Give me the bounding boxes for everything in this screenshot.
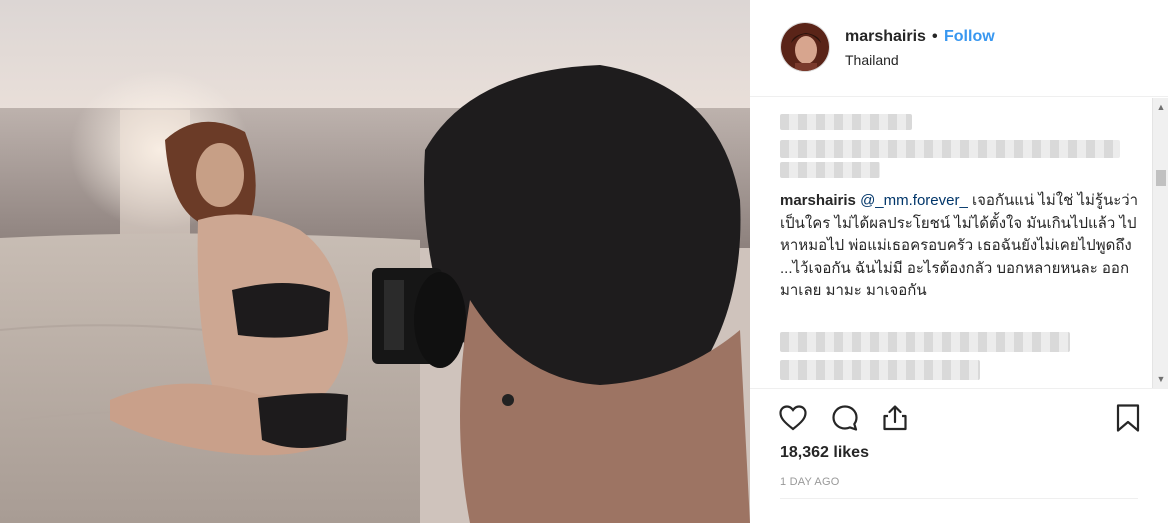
header-separator: • (932, 28, 938, 45)
follow-button[interactable]: Follow (944, 28, 995, 46)
action-bar (750, 388, 1168, 448)
share-icon (883, 405, 907, 431)
blurred-comment-line (780, 140, 1120, 158)
header-username[interactable]: marshairis (845, 28, 926, 46)
comment-button[interactable] (830, 403, 860, 433)
divider (780, 498, 1138, 499)
instagram-post-view: marshairis • Follow Thailand marshairis … (0, 0, 1168, 523)
blurred-comment-line (780, 360, 980, 380)
bookmark-icon (1116, 404, 1140, 432)
scroll-down-arrow-icon[interactable]: ▼ (1156, 374, 1166, 384)
avatar-image (781, 23, 829, 71)
heart-icon (779, 405, 807, 431)
blurred-comment-line (780, 114, 912, 130)
post-caption: marshairis @_mm.forever_ เจอกันแน่ ไม่ใช… (780, 190, 1140, 303)
comments-area[interactable]: marshairis @_mm.forever_ เจอกันแน่ ไม่ใช… (750, 98, 1168, 388)
location-link[interactable]: Thailand (845, 52, 899, 68)
save-button[interactable] (1113, 403, 1143, 433)
comment-icon (832, 405, 858, 431)
likes-count[interactable]: 18,362 likes (780, 444, 869, 462)
blurred-comment-line (780, 162, 880, 178)
like-button[interactable] (778, 403, 808, 433)
avatar[interactable] (780, 22, 830, 72)
caption-username[interactable]: marshairis (780, 192, 856, 209)
share-button[interactable] (880, 403, 910, 433)
scroll-thumb[interactable] (1156, 170, 1166, 186)
caption-mention[interactable]: @_mm.forever_ (860, 192, 968, 209)
post-timestamp[interactable]: 1 DAY AGO (780, 476, 839, 488)
scroll-up-arrow-icon[interactable]: ▲ (1156, 102, 1166, 112)
post-header: marshairis • Follow Thailand (750, 0, 1168, 97)
comments-scrollbar[interactable]: ▲ ▼ (1152, 98, 1168, 388)
post-photo[interactable] (0, 0, 750, 523)
beach-photo-illustration (0, 0, 750, 523)
blurred-comment-line (780, 332, 1070, 352)
post-details-panel: marshairis • Follow Thailand marshairis … (750, 0, 1168, 523)
